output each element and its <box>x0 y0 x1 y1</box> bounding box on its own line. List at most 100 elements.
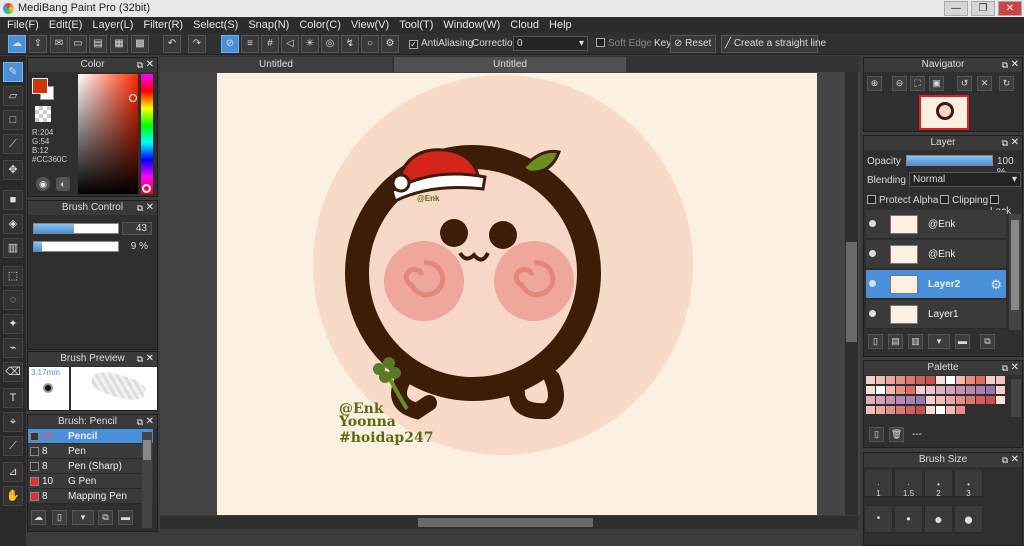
palette-swatch[interactable] <box>986 386 995 394</box>
actual-size-icon[interactable]: ▣ <box>929 76 944 91</box>
palette-swatch[interactable] <box>946 376 955 384</box>
ellipse-snap-icon[interactable]: ○ <box>361 35 379 53</box>
magic-wand-icon[interactable]: ✦ <box>3 314 23 334</box>
select-rect-tool-icon[interactable]: ⬚ <box>3 266 23 286</box>
correction-select[interactable]: 0 ▾ <box>513 36 588 51</box>
menu-layer[interactable]: Layer(L) <box>87 17 138 33</box>
protect-alpha-checkbox[interactable]: Protect Alpha <box>867 195 938 206</box>
palette-swatch[interactable] <box>926 376 935 384</box>
palette-swatch[interactable] <box>996 386 1005 394</box>
eye-icon[interactable] <box>869 280 876 287</box>
layer-item-enk-1[interactable]: @Enk <box>866 210 1006 239</box>
palette-swatch[interactable] <box>906 386 915 394</box>
menu-cloud[interactable]: Cloud <box>505 17 544 33</box>
palette-swatch[interactable] <box>966 386 975 394</box>
navigator-thumbnail[interactable] <box>919 95 969 130</box>
brush-size-preset[interactable]: · 1 <box>864 469 893 498</box>
curve-snap-icon[interactable]: ↯ <box>341 35 359 53</box>
palette-swatch[interactable] <box>926 396 935 404</box>
palette-swatch[interactable] <box>946 396 955 404</box>
palette-swatch[interactable] <box>896 376 905 384</box>
brush-size-preset[interactable]: • 3 <box>954 469 983 498</box>
menu-view[interactable]: View(V) <box>346 17 394 33</box>
trash-icon[interactable]: 🗑 <box>889 427 904 442</box>
gradient-tool-icon[interactable]: ▥ <box>3 238 23 258</box>
palette-swatch[interactable] <box>936 406 945 414</box>
select-eraser-icon[interactable]: ⌫ <box>3 362 23 382</box>
brush-size-preset[interactable]: ● <box>924 505 953 533</box>
palette-swatch[interactable] <box>916 376 925 384</box>
cloud-brush-icon[interactable]: ☁ <box>31 510 46 525</box>
menu-file[interactable]: File(F) <box>2 17 44 33</box>
horizontal-scrollbar-thumb[interactable] <box>418 518 593 527</box>
brush-size-preset[interactable]: • 2 <box>924 469 953 498</box>
balloon-icon[interactable]: ▭ <box>69 35 87 53</box>
duplicate-layer-icon[interactable]: ⧉ <box>980 334 995 349</box>
palette-swatch[interactable] <box>956 406 965 414</box>
undock-icon[interactable]: ⧉ <box>1002 58 1008 72</box>
gear-icon[interactable]: ⚙ <box>990 277 1002 293</box>
palette-swatch[interactable] <box>926 386 935 394</box>
menu-select[interactable]: Select(S) <box>188 17 243 33</box>
snap-off-icon[interactable]: ⊘ <box>221 35 239 53</box>
palette-swatch[interactable] <box>976 396 985 404</box>
vertical-scrollbar-thumb[interactable] <box>846 242 857 342</box>
grid-icon[interactable]: ▩ <box>131 35 149 53</box>
menu-window[interactable]: Window(W) <box>438 17 505 33</box>
move-tool-icon[interactable]: ✥ <box>3 160 23 180</box>
brush-item-pen-sharp[interactable]: 8 Pen (Sharp) <box>28 459 153 474</box>
palette-swatches[interactable] <box>866 376 1006 418</box>
brush-size-slider[interactable] <box>33 223 119 234</box>
brush-size-preset[interactable]: ● <box>954 505 983 533</box>
straight-line-button[interactable]: ╱ Create a straight line <box>721 35 826 53</box>
palette-scrollbar[interactable] <box>1011 379 1021 417</box>
cross-snap-icon[interactable]: # <box>261 35 279 53</box>
palette-swatch[interactable] <box>926 406 935 414</box>
folder-icon[interactable]: ▬ <box>955 334 970 349</box>
redo-icon[interactable]: ↷ <box>188 35 206 53</box>
fill-rect-tool-icon[interactable]: ■ <box>3 190 23 210</box>
snap-settings-icon[interactable]: ⚙ <box>381 35 399 53</box>
soft-edge-checkbox[interactable]: Soft Edge <box>596 38 652 49</box>
minimize-button[interactable]: — <box>944 1 968 16</box>
palette-swatch[interactable] <box>996 396 1005 404</box>
palette-swatch[interactable] <box>866 396 875 404</box>
brush-tool-icon[interactable]: ✎ <box>3 62 23 82</box>
palette-swatch[interactable] <box>966 396 975 404</box>
palette-swatch[interactable] <box>996 376 1005 384</box>
layer-item-enk-2[interactable]: @Enk <box>866 240 1006 269</box>
palette-swatch[interactable] <box>906 376 915 384</box>
new-layer-icon[interactable]: ▯ <box>868 334 883 349</box>
palette-swatch[interactable] <box>956 386 965 394</box>
parallel-snap-icon[interactable]: ≡ <box>241 35 259 53</box>
palette-swatch[interactable] <box>916 386 925 394</box>
menu-color[interactable]: Color(C) <box>294 17 346 33</box>
undock-icon[interactable]: ⧉ <box>1002 453 1008 467</box>
text-tool-icon[interactable]: T <box>3 388 23 408</box>
palette-swatch[interactable] <box>916 406 925 414</box>
palette-swatch[interactable] <box>896 386 905 394</box>
palette-swatch[interactable] <box>936 376 945 384</box>
palette-swatch[interactable] <box>946 406 955 414</box>
brush-size-preset[interactable]: • <box>894 505 923 533</box>
undock-icon[interactable]: ⧉ <box>137 58 143 72</box>
maximize-button[interactable]: ❐ <box>971 1 995 16</box>
eraser-tool-icon[interactable]: ▱ <box>3 86 23 106</box>
close-icon[interactable]: ✕ <box>1011 453 1019 467</box>
palette-swatch[interactable] <box>866 406 875 414</box>
blending-select[interactable]: Normal ▾ <box>909 172 1021 187</box>
palette-swatch[interactable] <box>976 376 985 384</box>
menu-filter[interactable]: Filter(R) <box>138 17 188 33</box>
palette-swatch[interactable] <box>966 376 975 384</box>
fit-icon[interactable]: ⛶ <box>910 76 925 91</box>
hue-slider-handle[interactable] <box>142 184 151 193</box>
zoom-out-icon[interactable]: ⊖ <box>892 76 907 91</box>
canvas-horizontal-scrollbar[interactable] <box>160 516 858 529</box>
export-icon[interactable]: ⇪ <box>29 35 47 53</box>
antialias-checkbox[interactable]: ✓ AntiAliasing <box>409 38 473 49</box>
palette-swatch[interactable] <box>876 376 885 384</box>
blur-tool-icon[interactable]: ⟋ <box>3 134 23 154</box>
cloud-icon[interactable]: ☁ <box>8 35 26 53</box>
close-icon[interactable]: ✕ <box>146 201 154 215</box>
brush-item-pen[interactable]: 8 Pen <box>28 444 153 459</box>
